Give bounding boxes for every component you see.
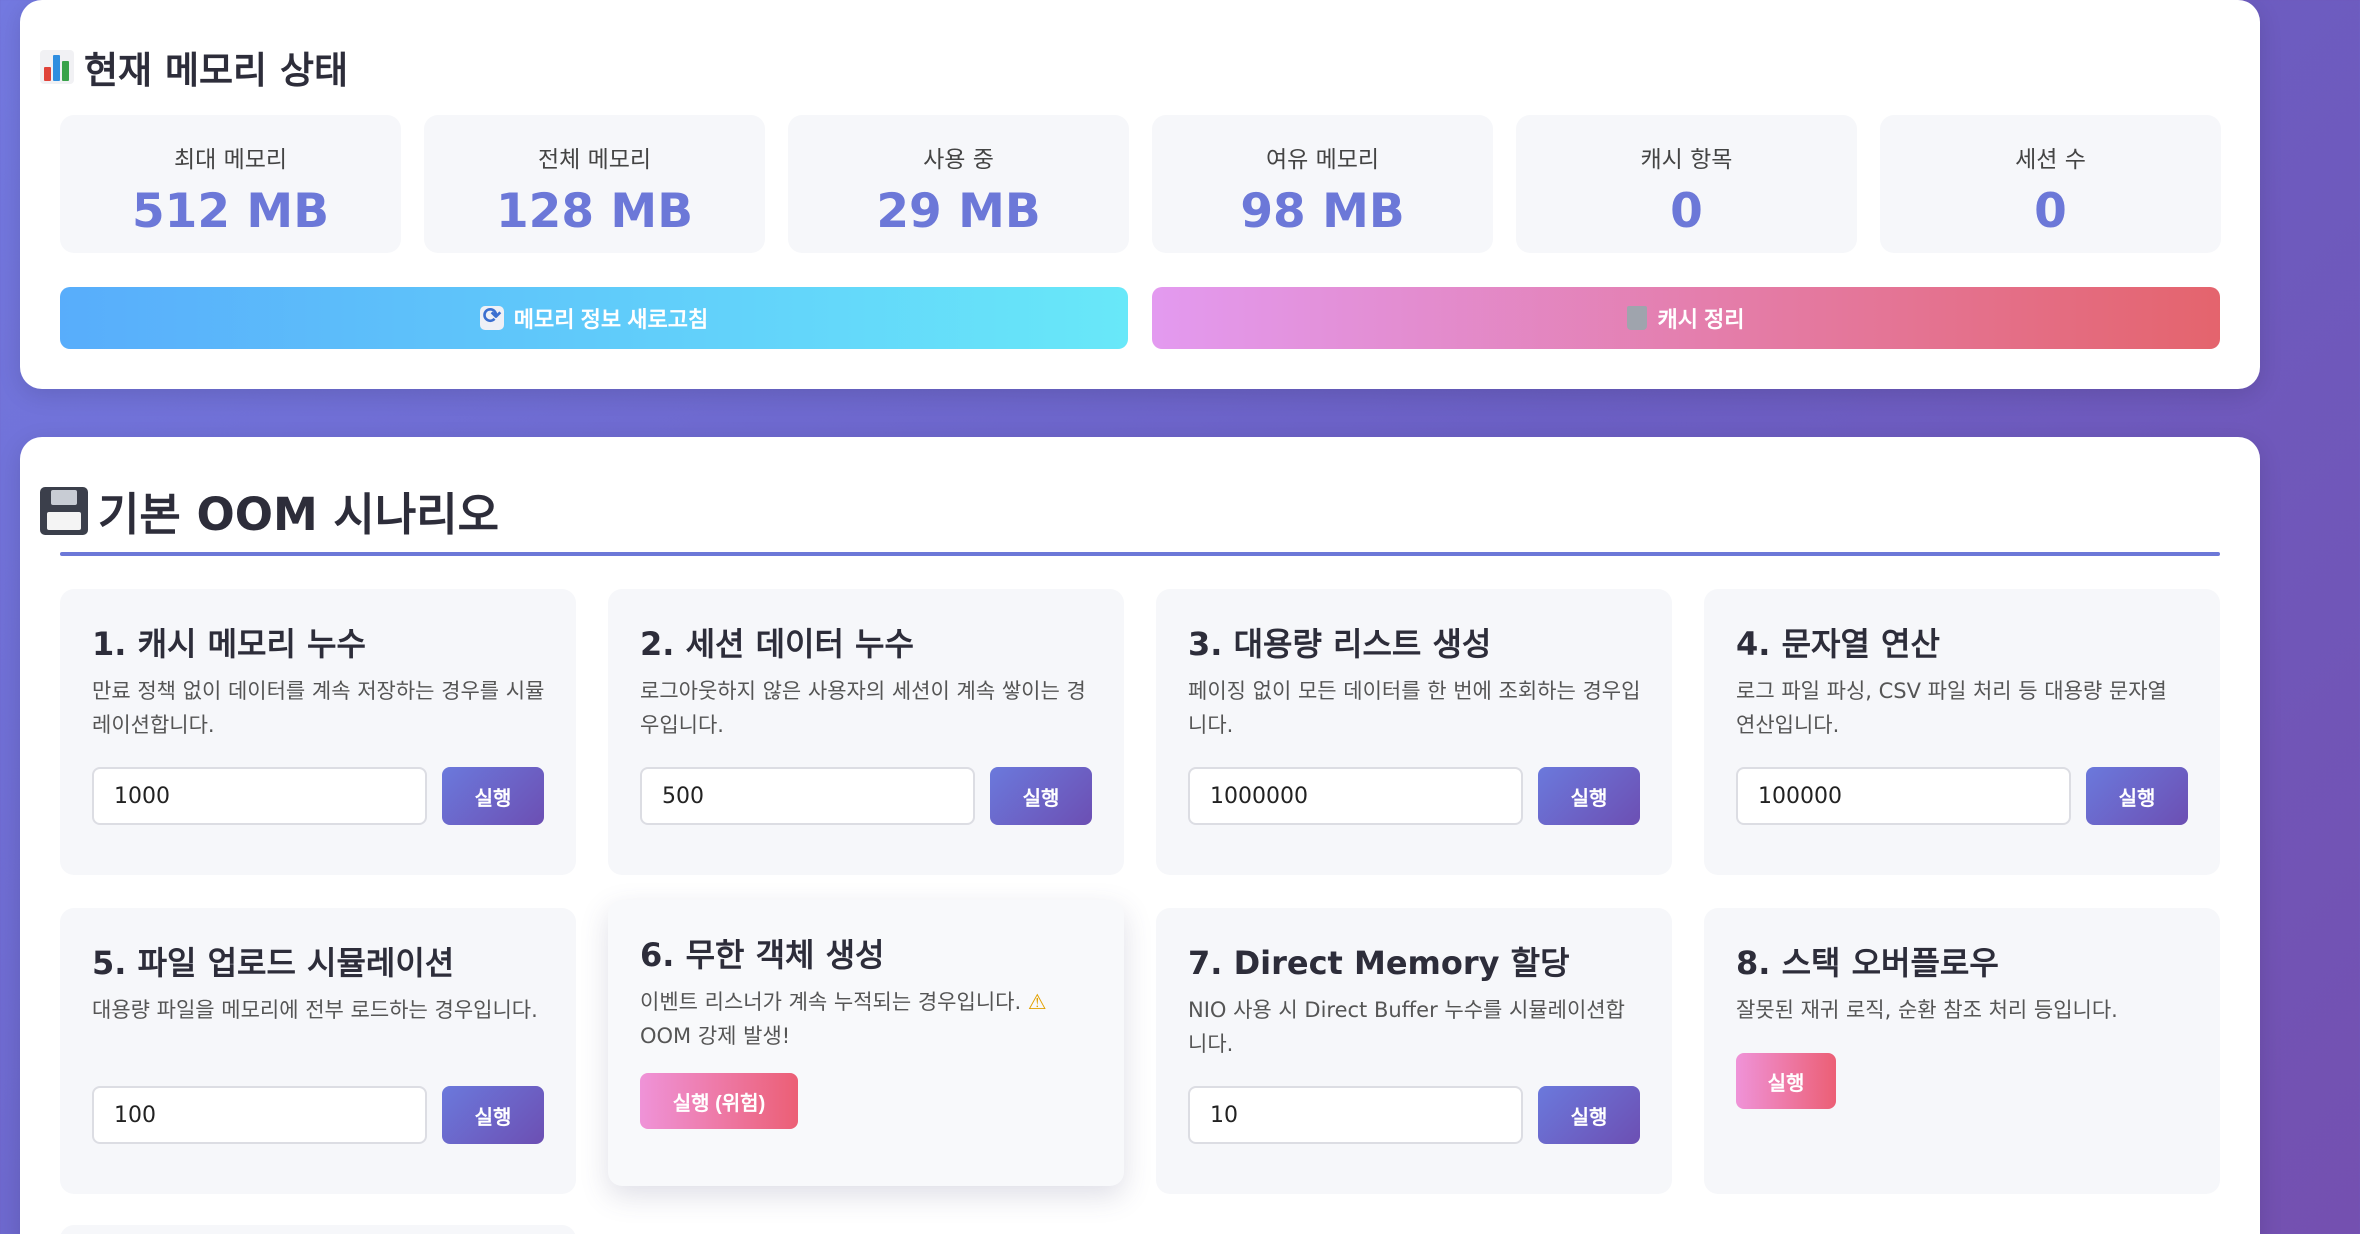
scenario-run-button[interactable]: 실행 bbox=[1538, 1086, 1640, 1144]
scenario-title: 6. 무한 객체 생성 bbox=[640, 936, 885, 974]
scenario-title: 3. 대용량 리스트 생성 bbox=[1188, 625, 1492, 663]
scenario-description: 페이징 없이 모든 데이터를 한 번에 조회하는 경우입니다. bbox=[1188, 679, 1641, 737]
scenario-run-button[interactable]: 실행 bbox=[990, 767, 1092, 825]
stat-free-memory: 여유 메모리 98 MB bbox=[1152, 115, 1493, 253]
scenario-next-card bbox=[60, 1225, 576, 1234]
stat-label: 세션 수 bbox=[2015, 147, 2086, 173]
scenario-infinite-objects: 6. 무한 객체 생성 이벤트 리스너가 계속 누적되는 경우입니다. ⚠ OO… bbox=[608, 900, 1124, 1186]
refresh-icon bbox=[479, 303, 504, 330]
floppy-disk-icon bbox=[40, 486, 88, 535]
scenario-cache-leak: 1. 캐시 메모리 누수 만료 정책 없이 데이터를 계속 저장하는 경우를 시… bbox=[60, 589, 576, 875]
scenario-count-input[interactable] bbox=[92, 767, 427, 825]
scenario-description: 로그아웃하지 않은 사용자의 세션이 계속 쌓이는 경우입니다. bbox=[640, 679, 1086, 737]
refresh-memory-label: 메모리 정보 새로고침 bbox=[513, 307, 709, 332]
stat-label: 사용 중 bbox=[923, 147, 994, 173]
scenario-description: 만료 정책 없이 데이터를 계속 저장하는 경우를 시뮬레이션합니다. bbox=[92, 679, 545, 737]
scenario-run-button[interactable]: 실행 bbox=[1538, 767, 1640, 825]
scenario-stack-overflow: 8. 스택 오버플로우 잘못된 재귀 로직, 순환 참조 처리 등입니다. 실행 bbox=[1704, 908, 2220, 1194]
stat-max-memory: 최대 메모리 512 MB bbox=[60, 115, 401, 253]
scenario-run-danger-button[interactable]: 실행 (위험) bbox=[640, 1073, 798, 1129]
scenario-description: 잘못된 재귀 로직, 순환 참조 처리 등입니다. bbox=[1736, 998, 2118, 1022]
stat-label: 캐시 항목 bbox=[1640, 147, 1733, 173]
stat-value: 512 MB bbox=[131, 184, 330, 239]
scenario-count-input[interactable] bbox=[1736, 767, 2071, 825]
stat-value: 0 bbox=[2034, 184, 2067, 239]
scenario-run-button[interactable]: 실행 bbox=[442, 1086, 544, 1144]
stat-value: 128 MB bbox=[495, 184, 694, 239]
section-divider bbox=[60, 552, 2220, 556]
scenario-title: 5. 파일 업로드 시뮬레이션 bbox=[92, 944, 455, 982]
memory-status-title-text: 현재 메모리 상태 bbox=[84, 49, 349, 92]
scenario-description: 대용량 파일을 메모리에 전부 로드하는 경우입니다. bbox=[92, 998, 538, 1022]
stat-cache-entries: 캐시 항목 0 bbox=[1516, 115, 1857, 253]
bar-chart-icon bbox=[40, 50, 74, 84]
scenario-title: 4. 문자열 연산 bbox=[1736, 625, 1940, 663]
scenario-description: 로그 파일 파싱, CSV 파일 처리 등 대용량 문자열 연산입니다. bbox=[1736, 679, 2167, 737]
scenario-title: 1. 캐시 메모리 누수 bbox=[92, 625, 366, 663]
scenario-count-input[interactable] bbox=[1188, 1086, 1523, 1144]
scenario-count-input[interactable] bbox=[1188, 767, 1523, 825]
refresh-memory-button[interactable]: 메모리 정보 새로고침 bbox=[60, 287, 1128, 349]
scenario-run-danger-button[interactable]: 실행 bbox=[1736, 1053, 1836, 1109]
scenario-run-button[interactable]: 실행 bbox=[442, 767, 544, 825]
clear-cache-button[interactable]: 캐시 정리 bbox=[1152, 287, 2220, 349]
stat-value: 29 MB bbox=[876, 184, 1041, 239]
scenario-description-text: 이벤트 리스너가 계속 누적되는 경우입니다. bbox=[640, 990, 1022, 1014]
oom-scenarios-title: 기본 OOM 시나리오 bbox=[40, 478, 499, 543]
memory-stats: 최대 메모리 512 MB 전체 메모리 128 MB 사용 중 29 MB 여… bbox=[60, 115, 2221, 253]
scenario-large-list: 3. 대용량 리스트 생성 페이징 없이 모든 데이터를 한 번에 조회하는 경… bbox=[1156, 589, 1672, 875]
stat-label: 전체 메모리 bbox=[537, 147, 652, 173]
warning-icon: ⚠ bbox=[1027, 990, 1047, 1014]
stat-label: 최대 메모리 bbox=[173, 147, 288, 173]
stat-total-memory: 전체 메모리 128 MB bbox=[424, 115, 765, 253]
stat-label: 여유 메모리 bbox=[1265, 147, 1380, 173]
scenario-run-button[interactable]: 실행 bbox=[2086, 767, 2188, 825]
scenario-count-input[interactable] bbox=[92, 1086, 427, 1144]
stat-used-memory: 사용 중 29 MB bbox=[788, 115, 1129, 253]
scenario-title: 8. 스택 오버플로우 bbox=[1736, 944, 1999, 982]
trash-icon bbox=[1627, 306, 1648, 330]
scenario-description-extra: OOM 강제 발생! bbox=[640, 1024, 791, 1048]
oom-scenarios-title-text: 기본 OOM 시나리오 bbox=[98, 488, 500, 541]
scenario-title: 2. 세션 데이터 누수 bbox=[640, 625, 914, 663]
stat-value: 98 MB bbox=[1240, 184, 1405, 239]
memory-status-title: 현재 메모리 상태 bbox=[40, 40, 348, 94]
scenario-session-leak: 2. 세션 데이터 누수 로그아웃하지 않은 사용자의 세션이 계속 쌓이는 경… bbox=[608, 589, 1124, 875]
scenario-description: NIO 사용 시 Direct Buffer 누수를 시뮬레이션합니다. bbox=[1188, 998, 1625, 1056]
scenario-string-ops: 4. 문자열 연산 로그 파일 파싱, CSV 파일 처리 등 대용량 문자열 … bbox=[1704, 589, 2220, 875]
scenario-title: 7. Direct Memory 할당 bbox=[1188, 944, 1570, 982]
clear-cache-label: 캐시 정리 bbox=[1657, 307, 1745, 332]
scenario-count-input[interactable] bbox=[640, 767, 975, 825]
stat-session-count: 세션 수 0 bbox=[1880, 115, 2221, 253]
scenario-direct-memory: 7. Direct Memory 할당 NIO 사용 시 Direct Buff… bbox=[1156, 908, 1672, 1194]
scenario-description: 이벤트 리스너가 계속 누적되는 경우입니다. ⚠ OOM 강제 발생! bbox=[640, 985, 1095, 1053]
stat-value: 0 bbox=[1670, 184, 1703, 239]
scenario-file-upload: 5. 파일 업로드 시뮬레이션 대용량 파일을 메모리에 전부 로드하는 경우입… bbox=[60, 908, 576, 1194]
